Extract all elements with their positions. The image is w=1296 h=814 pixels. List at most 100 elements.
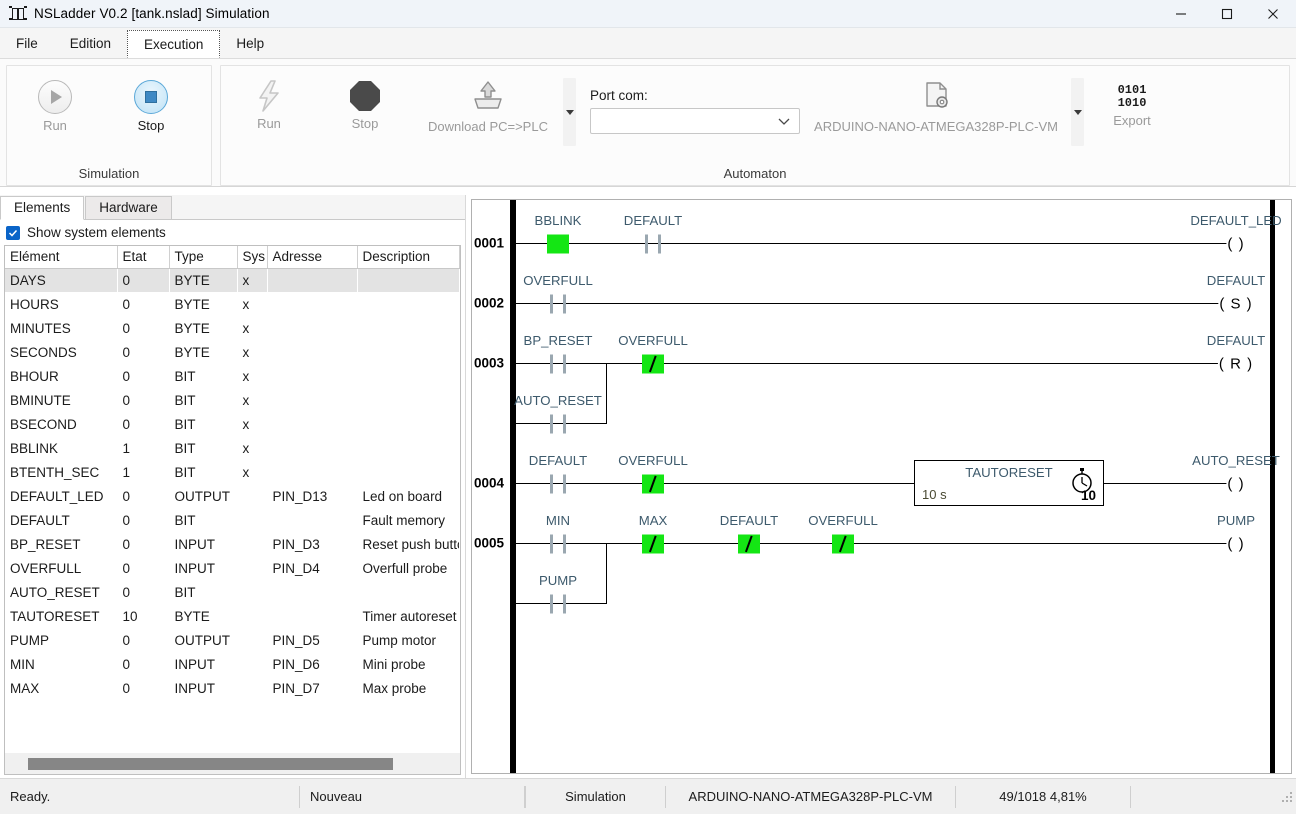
table-row[interactable]: MAX 0 INPUT PIN_D7 Max probe <box>5 676 460 700</box>
elements-table-wrapper[interactable]: Elément Etat Type Sys Adresse Descriptio… <box>4 245 461 753</box>
table-row[interactable]: BP_RESET 0 INPUT PIN_D3 Reset push buttc <box>5 532 460 556</box>
cell-adresse <box>267 508 357 532</box>
table-row[interactable]: OVERFULL 0 INPUT PIN_D4 Overfull probe <box>5 556 460 580</box>
contact-max-nc[interactable] <box>642 534 664 553</box>
cell-type: BIT <box>174 416 196 432</box>
table-row[interactable]: AUTO_RESET 0 BIT <box>5 580 460 604</box>
cell-type: BIT <box>174 512 196 528</box>
coil-pump[interactable]: ( ) <box>1226 536 1246 552</box>
tab-elements[interactable]: Elements <box>0 196 85 220</box>
cell-adresse: PIN_D3 <box>272 536 320 552</box>
cell-adresse <box>267 436 357 460</box>
col-header-element[interactable]: Elément <box>5 246 118 269</box>
simulation-stop-button[interactable]: Stop <box>103 74 199 134</box>
table-row[interactable]: BHOUR 0 BIT x <box>5 364 460 388</box>
table-row[interactable]: DEFAULT_LED 0 OUTPUT PIN_D13 Led on board <box>5 484 460 508</box>
table-row[interactable]: DAYS 0 BYTE x <box>5 268 460 292</box>
binary-1010-icon: 0101 1010 <box>1117 83 1147 110</box>
resize-grip-icon[interactable] <box>1281 791 1293 803</box>
rung3-contact1-label: BP_RESET <box>523 333 593 348</box>
automaton-stop-button[interactable]: Stop <box>317 74 413 132</box>
table-row[interactable]: PUMP 0 OUTPUT PIN_D5 Pump motor <box>5 628 460 652</box>
table-row[interactable]: HOURS 0 BYTE x <box>5 292 460 316</box>
close-icon[interactable] <box>1250 0 1296 28</box>
menu-item-help[interactable]: Help <box>220 28 281 58</box>
cell-sys <box>237 508 267 532</box>
show-system-elements-checkbox[interactable] <box>6 225 20 240</box>
col-header-etat[interactable]: Etat <box>117 246 170 269</box>
contact-default-nc-r5[interactable] <box>738 534 760 553</box>
download-dropdown-arrow[interactable] <box>563 78 576 146</box>
menu-item-edition[interactable]: Edition <box>53 28 128 58</box>
table-row[interactable]: TAUTORESET 10 BYTE Timer autoreset <box>5 604 460 628</box>
board-select-button[interactable]: ARDUINO-NANO-ATMEGA328P-PLC-VM <box>801 74 1071 135</box>
cell-adresse <box>267 364 357 388</box>
contact-auto-reset-no[interactable] <box>547 414 569 433</box>
cell-type: OUTPUT <box>174 488 231 504</box>
table-row[interactable]: BSECOND 0 BIT x <box>5 412 460 436</box>
cell-element: SECONDS <box>10 344 77 360</box>
simulation-run-button[interactable]: Run <box>7 74 103 134</box>
contact-overfull-nc[interactable] <box>642 354 664 373</box>
cell-adresse <box>267 604 357 628</box>
show-system-elements-row[interactable]: Show system elements <box>0 220 465 245</box>
cell-description <box>357 340 460 364</box>
cell-element: BTENTH_SEC <box>10 464 100 480</box>
title-bar: NSLadder V0.2 [tank.nslad] Simulation <box>0 0 1296 28</box>
cell-etat: 1 <box>122 440 131 456</box>
cell-type: INPUT <box>174 656 216 672</box>
cell-description: Pump motor <box>362 632 437 648</box>
contact-bp-reset-no[interactable] <box>547 354 569 373</box>
cell-element: DEFAULT_LED <box>10 488 104 504</box>
cell-element: PUMP <box>10 632 50 648</box>
automaton-run-button[interactable]: Run <box>221 74 317 132</box>
port-com-select[interactable] <box>590 108 800 134</box>
maximize-icon[interactable] <box>1204 0 1250 28</box>
cell-adresse: PIN_D6 <box>272 656 320 672</box>
table-row[interactable]: DEFAULT 0 BIT Fault memory <box>5 508 460 532</box>
table-row[interactable]: BBLINK 1 BIT x <box>5 436 460 460</box>
table-row[interactable]: BMINUTE 0 BIT x <box>5 388 460 412</box>
tab-hardware[interactable]: Hardware <box>85 196 172 219</box>
menu-item-execution[interactable]: Execution <box>127 30 221 58</box>
coil-default-set[interactable]: ( S ) <box>1218 296 1254 312</box>
contact-default-no-r4[interactable] <box>547 474 569 493</box>
ladder-diagram-panel[interactable]: 0001 0002 0003 0004 0005 BBLINK DEFAULT … <box>471 199 1292 774</box>
contact-bblink-no[interactable] <box>547 234 569 253</box>
timer-block-tautoreset[interactable]: TAUTORESET 10 s 10 <box>914 460 1104 506</box>
cell-etat: 0 <box>122 512 131 528</box>
contact-overfull-no[interactable] <box>547 294 569 313</box>
rung3-wire <box>516 363 1236 365</box>
cell-type: BIT <box>174 392 196 408</box>
cell-element: BP_RESET <box>10 536 81 552</box>
menu-item-file[interactable]: File <box>0 28 54 58</box>
col-header-sys[interactable]: Sys <box>237 246 268 269</box>
col-header-adresse[interactable]: Adresse <box>267 246 358 269</box>
contact-overfull-nc-r4[interactable] <box>642 474 664 493</box>
contact-overfull-nc-r5[interactable] <box>832 534 854 553</box>
contact-pump-no[interactable] <box>547 594 569 613</box>
coil-default-reset[interactable]: ( R ) <box>1217 356 1255 372</box>
coil-auto-reset[interactable]: ( ) <box>1226 476 1246 492</box>
cell-etat: 0 <box>122 560 131 576</box>
elements-hscrollbar-thumb[interactable] <box>28 757 393 770</box>
col-header-description[interactable]: Description <box>357 246 460 269</box>
minimize-icon[interactable] <box>1158 0 1204 28</box>
elements-hscrollbar[interactable] <box>4 753 461 775</box>
table-row[interactable]: MINUTES 0 BYTE x <box>5 316 460 340</box>
contact-min-no[interactable] <box>547 534 569 553</box>
table-row[interactable]: SECONDS 0 BYTE x <box>5 340 460 364</box>
cell-adresse <box>267 412 357 436</box>
cell-etat: 0 <box>122 632 131 648</box>
download-pc-to-plc-button[interactable]: Download PC=>PLC <box>413 74 563 135</box>
contact-default-no[interactable] <box>642 234 664 253</box>
table-row[interactable]: MIN 0 INPUT PIN_D6 Mini probe <box>5 652 460 676</box>
col-header-type[interactable]: Type <box>169 246 238 269</box>
table-row[interactable]: BTENTH_SEC 1 BIT x <box>5 460 460 484</box>
coil-default-led[interactable]: ( ) <box>1226 236 1246 252</box>
export-button[interactable]: 0101 1010 Export <box>1084 74 1180 129</box>
board-dropdown-arrow[interactable] <box>1071 78 1084 146</box>
cell-etat: 0 <box>117 268 169 292</box>
rung-number-0004: 0004 <box>474 475 505 491</box>
cell-etat: 0 <box>122 536 131 552</box>
